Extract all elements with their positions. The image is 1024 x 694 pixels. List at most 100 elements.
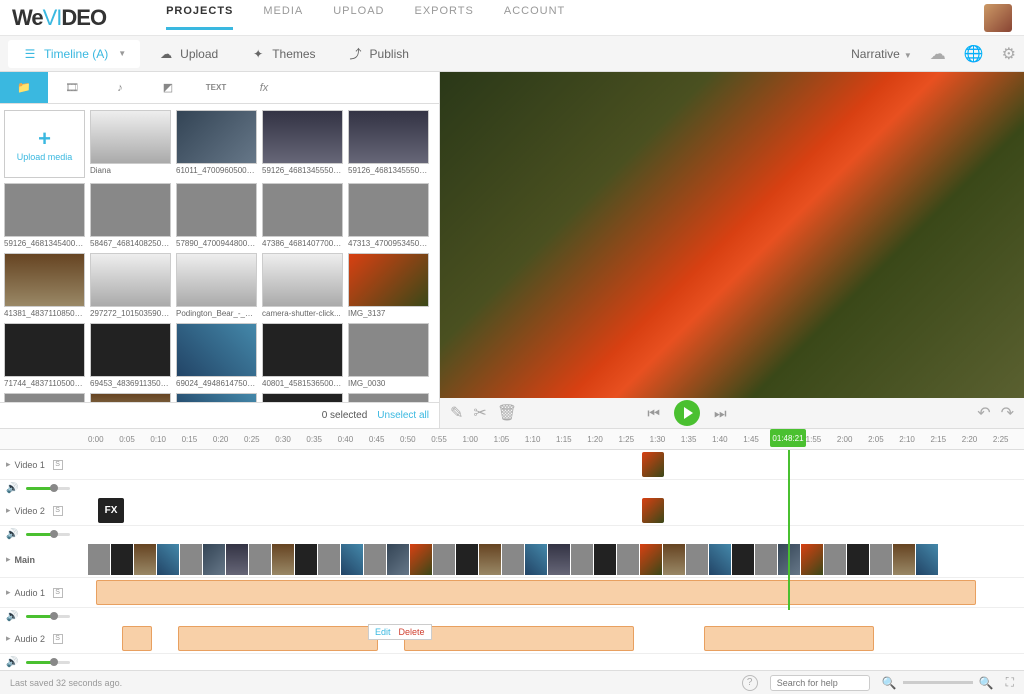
media-grid: + Upload media Diana 61011_47009605008..… [0,104,439,402]
media-item[interactable]: 61011_47009605008... [176,110,257,178]
tab-fx[interactable]: fx [240,72,288,103]
video-clip[interactable] [642,452,664,477]
tab-graphics[interactable]: ◩ [144,72,192,103]
media-item[interactable] [176,393,257,402]
speaker-icon[interactable]: 🔊 [6,483,18,494]
audio-clip[interactable] [704,626,874,651]
track-body[interactable]: Edit Delete [88,624,1024,653]
media-item[interactable] [4,393,85,402]
solo-button[interactable]: S [53,506,63,516]
timeline-ruler[interactable]: 0:000:050:10 0:150:200:25 0:300:350:40 0… [0,428,1024,450]
media-item[interactable]: 59126_46813455508... [262,110,343,178]
skip-forward-icon[interactable]: ⏭ [714,405,727,422]
media-item[interactable] [90,393,171,402]
media-item[interactable]: 47386_46814077008... [262,183,343,248]
audio-clip[interactable] [96,580,976,605]
media-item[interactable]: 59126_46813454008... [4,183,85,248]
nav-upload[interactable]: UPLOAD [333,5,384,30]
upload-tile-label: Upload media [17,152,73,162]
tab-audio[interactable]: ♪ [96,72,144,103]
skip-back-icon[interactable]: ⏮ [647,405,660,422]
speaker-icon[interactable]: 🔊 [6,529,18,540]
track-body[interactable] [88,450,1024,479]
track-video2-vol: 🔊 [0,526,1024,542]
help-icon[interactable]: ? [742,675,758,691]
speaker-icon[interactable]: 🔊 [6,611,18,622]
media-item[interactable]: Diana [90,110,171,178]
media-item[interactable]: IMG_3137 [348,253,429,318]
solo-button[interactable]: S [53,588,63,598]
zoom-out-icon[interactable]: 🔍 [882,676,897,690]
speaker-icon[interactable]: 🔊 [6,657,18,668]
upload-button[interactable]: ☁ Upload [144,40,232,68]
media-item[interactable]: IMG_0030 [348,323,429,388]
audio-clip[interactable] [404,626,634,651]
cloud-icon[interactable]: ☁ [930,44,946,64]
video-clip[interactable] [642,498,664,523]
upload-media-tile[interactable]: + Upload media [4,110,85,178]
timeline-dropdown[interactable]: ☰ Timeline (A) [8,40,140,68]
audio-clip[interactable] [178,626,378,651]
media-item[interactable]: 58467_46814082508... [90,183,171,248]
gear-icon[interactable]: ⚙ [1002,44,1016,64]
media-item[interactable] [348,393,429,402]
media-item[interactable]: 40801_45815365008... [262,323,343,388]
scissors-icon[interactable]: ✂ [473,403,486,423]
media-item[interactable]: 69024_49486147508... [176,323,257,388]
playhead[interactable]: 01:48:21 [770,429,806,447]
main-clips[interactable] [88,544,1014,575]
preview-video[interactable] [440,72,1024,398]
themes-button[interactable]: ✦ Themes [236,40,329,68]
media-item[interactable]: 57890_47009448008... [176,183,257,248]
media-item[interactable]: 47313_47009534508... [348,183,429,248]
publish-button[interactable]: ⤴ Publish [334,40,423,68]
tab-media[interactable]: 📁 [0,72,48,103]
volume-slider[interactable] [26,661,70,664]
media-item[interactable]: camera-shutter-click... [262,253,343,318]
solo-button[interactable]: S [53,460,63,470]
expand-icon[interactable]: ▸ [6,587,11,598]
zoom-slider[interactable] [903,681,973,684]
search-help-input[interactable] [770,675,870,691]
track-body[interactable]: FX [88,496,1024,525]
nav-exports[interactable]: EXPORTS [414,5,473,30]
globe-icon[interactable]: 🌐 [964,44,984,64]
media-item[interactable]: Podington_Bear_-_Po... [176,253,257,318]
trash-icon[interactable]: 🗑 [497,403,517,423]
volume-slider[interactable] [26,533,70,536]
nav-projects[interactable]: PROJECTS [166,5,233,30]
expand-icon[interactable]: ▸ [6,633,11,644]
zoom-in-icon[interactable]: 🔍 [979,676,994,690]
unselect-all-link[interactable]: Unselect all [377,410,429,421]
fx-clip[interactable]: FX [98,498,124,523]
expand-icon[interactable]: ▸ [6,505,11,516]
delete-link[interactable]: Delete [399,627,425,637]
tab-video[interactable]: 🎞 [48,72,96,103]
expand-icon[interactable]: ▸ [6,459,11,470]
nav-account[interactable]: ACCOUNT [504,5,565,30]
track-body[interactable] [88,542,1024,577]
volume-slider[interactable] [26,487,70,490]
media-item[interactable]: 69453_48369113508... [90,323,171,388]
narrative-dropdown[interactable]: Narrative [851,47,912,61]
media-item[interactable]: 59126_46813455508... [348,110,429,178]
solo-button[interactable]: S [53,634,63,644]
fullscreen-icon[interactable]: ⛶ [1006,675,1014,690]
audio-clip[interactable] [122,626,152,651]
pencil-icon[interactable]: ✎ [450,403,463,423]
avatar[interactable] [984,4,1012,32]
volume-slider[interactable] [26,615,70,618]
media-item[interactable]: 71744_48371105008... [4,323,85,388]
play-button[interactable] [674,400,700,426]
track-body[interactable] [88,578,1024,607]
edit-link[interactable]: Edit [375,627,391,637]
expand-icon[interactable]: ▸ [6,554,11,565]
media-item[interactable]: 41381_48371108508... [4,253,85,318]
undo-icon[interactable]: ↶ [977,403,990,423]
nav-media[interactable]: MEDIA [263,5,303,30]
tab-text[interactable]: TEXT [192,72,240,103]
preview-panel: ✎ ✂ 🗑 ⏮ ⏭ ↶ ↷ [440,72,1024,428]
redo-icon[interactable]: ↷ [1001,403,1014,423]
media-item[interactable]: 297272_10150359008... [90,253,171,318]
media-item[interactable] [262,393,343,402]
